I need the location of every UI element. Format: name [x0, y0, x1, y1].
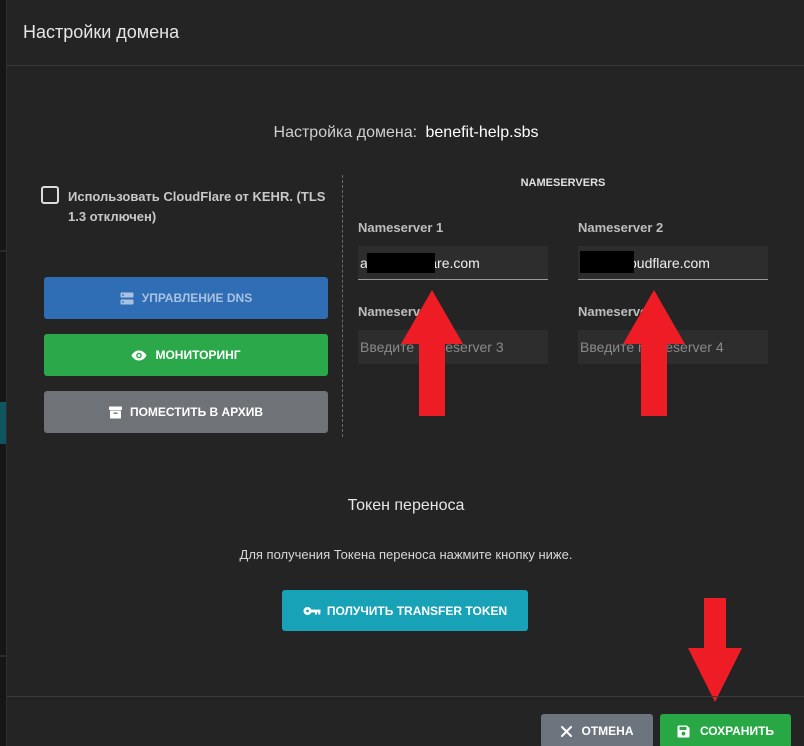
nameservers-title: NAMESERVERS: [520, 177, 606, 189]
annotation-arrow-up-icon: [401, 290, 463, 416]
key-icon: [303, 606, 321, 616]
cancel-label: ОТМЕНА: [581, 724, 634, 738]
save-label: СОХРАНИТЬ: [699, 724, 775, 738]
domain-name: benefit-help.sbs: [425, 124, 539, 141]
column-divider: [342, 175, 343, 437]
cloudflare-checkbox[interactable]: [41, 186, 59, 204]
floppy-disk-icon: [677, 725, 690, 738]
close-icon: [560, 725, 572, 737]
archive-button[interactable]: ПОМЕСТИТЬ В АРХИВ: [44, 391, 328, 433]
annotation-arrow-up-icon: [623, 290, 685, 416]
monitoring-label: МОНИТОРИНГ: [155, 348, 241, 362]
server-icon: [120, 292, 134, 305]
cloudflare-checkbox-label[interactable]: Использовать CloudFlare от KEHR. (TLS 1.…: [68, 187, 338, 227]
archive-label: ПОМЕСТИТЬ В АРХИВ: [129, 405, 264, 419]
archive-icon: [108, 406, 122, 419]
redaction-box: [367, 253, 435, 273]
annotation-arrow-down-icon: [688, 598, 742, 702]
modal-footer-divider: [7, 696, 804, 697]
redaction-box: [580, 251, 634, 273]
transfer-token-description: Для получения Токена переноса нажмите кн…: [239, 547, 573, 562]
dns-management-label: УПРАВЛЕНИЕ DNS: [141, 291, 253, 305]
get-transfer-token-button[interactable]: ПОЛУЧИТЬ TRANSFER TOKEN: [282, 590, 528, 631]
domain-prefix: Настройка домена:: [273, 124, 418, 141]
eye-icon: [131, 350, 147, 361]
transfer-token-title: Токен переноса: [347, 497, 465, 514]
get-transfer-token-label: ПОЛУЧИТЬ TRANSFER TOKEN: [326, 603, 508, 618]
cancel-button[interactable]: ОТМЕНА: [541, 714, 653, 746]
modal-title: Настройки домена: [23, 22, 180, 42]
nameserver-2-label: Nameserver 2: [578, 220, 664, 235]
nameserver-1-label: Nameserver 1: [358, 220, 444, 235]
modal-header: Настройки домена: [7, 0, 804, 66]
domain-heading: Настройка домена: benefit-help.sbs: [7, 124, 804, 142]
dns-management-button[interactable]: УПРАВЛЕНИЕ DNS: [44, 277, 328, 319]
domain-settings-modal: Настройки домена Настройка домена: benef…: [6, 0, 804, 746]
monitoring-button[interactable]: МОНИТОРИНГ: [44, 334, 328, 376]
save-button[interactable]: СОХРАНИТЬ: [660, 714, 791, 746]
